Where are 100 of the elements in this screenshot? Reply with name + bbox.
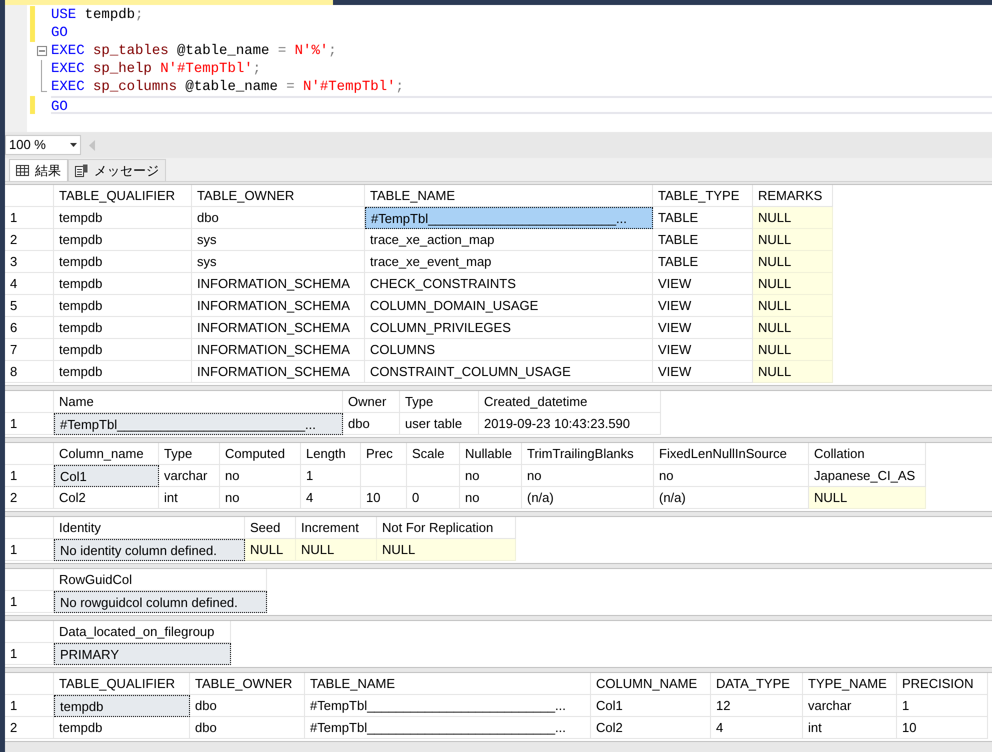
collapse-icon[interactable]	[37, 46, 47, 56]
column-header[interactable]: Type	[400, 391, 479, 413]
code-line: GO	[51, 24, 69, 42]
table-cell: NULL	[753, 295, 833, 317]
table-cell: COLUMN_PRIVILEGES	[365, 317, 653, 339]
table-cell: sys	[192, 251, 365, 273]
column-header[interactable]: Name	[54, 391, 343, 413]
table-cell: 12	[711, 695, 803, 717]
column-header[interactable]: TABLE_OWNER	[192, 185, 365, 207]
table-cell: tempdb	[54, 695, 190, 717]
table-cell: NULL	[753, 251, 833, 273]
column-header[interactable]: Scale	[407, 443, 460, 465]
column-header[interactable]: TYPE_NAME	[803, 673, 897, 695]
column-header[interactable]: REMARKS	[753, 185, 833, 207]
table-cell: tempdb	[54, 207, 192, 229]
table-cell: varchar	[159, 465, 220, 487]
zoom-dropdown[interactable]: 100 %	[5, 135, 81, 155]
table-cell: (n/a)	[522, 487, 654, 509]
table-cell: 0	[407, 487, 460, 509]
table-cell: NULL	[753, 339, 833, 361]
table-cell: int	[159, 487, 220, 509]
table-cell: tempdb	[54, 317, 192, 339]
table-cell: No identity column defined.	[54, 539, 245, 561]
table-cell: #TempTbl__________________________...	[305, 717, 591, 739]
column-header[interactable]: TABLE_NAME	[365, 185, 653, 207]
table-cell: Col2	[54, 487, 159, 509]
column-header[interactable]: Increment	[296, 517, 377, 539]
column-header[interactable]: Owner	[343, 391, 400, 413]
table-cell: no	[220, 487, 301, 509]
column-header[interactable]: TrimTrailingBlanks	[522, 443, 654, 465]
code-line: EXEC sp_columns @table_name = N'#TempTbl';	[51, 78, 405, 96]
table-cell: #TempTbl__________________________...	[305, 695, 591, 717]
table-cell: CHECK_CONSTRAINTS	[365, 273, 653, 295]
table-cell: (n/a)	[654, 487, 809, 509]
column-header[interactable]: RowGuidCol	[54, 569, 267, 591]
table-cell: INFORMATION_SCHEMA	[192, 317, 365, 339]
table-cell: no	[460, 465, 522, 487]
column-header[interactable]: FixedLenNullInSource	[654, 443, 809, 465]
zoom-value: 100 %	[9, 136, 46, 154]
column-header[interactable]: Seed	[245, 517, 296, 539]
table-cell: NULL	[753, 229, 833, 251]
code-line: EXEC sp_tables @table_name = N'%';	[51, 42, 338, 60]
code-line: EXEC sp_help N'#TempTbl';	[51, 60, 262, 78]
table-cell: 4	[711, 717, 803, 739]
results-tab[interactable]: 結果	[9, 159, 68, 181]
table-cell: Col2	[591, 717, 711, 739]
table-cell: VIEW	[653, 339, 753, 361]
code-editor[interactable]: USE tempdb; GO EXEC sp_tables @table_name = N'%'; EXEC sp_help N'#TempTbl'; EXEC sp_columns @table_name = N'#TempTbl'; GO	[5, 5, 992, 132]
table-cell	[361, 465, 407, 487]
column-header[interactable]: Identity	[54, 517, 245, 539]
column-header[interactable]: Not For Replication	[377, 517, 516, 539]
column-header[interactable]: Nullable	[460, 443, 522, 465]
column-header[interactable]: PRECISION	[897, 673, 988, 695]
document-icon	[75, 164, 88, 177]
column-header[interactable]: Column_name	[54, 443, 159, 465]
column-header[interactable]: Type	[159, 443, 220, 465]
table-cell: NULL	[296, 539, 377, 561]
table-cell: NULL	[753, 361, 833, 383]
table-cell: no	[522, 465, 654, 487]
table-cell: no	[220, 465, 301, 487]
table-cell: VIEW	[653, 317, 753, 339]
document-tab-edge[interactable]	[5, 0, 333, 5]
table-cell: TABLE	[653, 229, 753, 251]
column-header[interactable]: Collation	[809, 443, 926, 465]
column-header[interactable]: TABLE_OWNER	[190, 673, 305, 695]
results-tab[interactable]: メッセージ	[68, 159, 166, 181]
table-cell: sys	[192, 229, 365, 251]
table-cell: tempdb	[54, 339, 192, 361]
column-header[interactable]: TABLE_QUALIFIER	[54, 673, 190, 695]
column-header[interactable]: DATA_TYPE	[711, 673, 803, 695]
table-cell: NULL	[377, 539, 516, 561]
column-header[interactable]: Computed	[220, 443, 301, 465]
column-header[interactable]: COLUMN_NAME	[591, 673, 711, 695]
scroll-left-icon[interactable]	[89, 140, 95, 150]
column-header[interactable]: TABLE_NAME	[305, 673, 591, 695]
table-cell: 4	[301, 487, 361, 509]
column-header[interactable]: Prec	[361, 443, 407, 465]
column-header[interactable]: TABLE_TYPE	[653, 185, 753, 207]
table-cell	[407, 465, 460, 487]
dropdown-arrow-icon	[70, 143, 77, 147]
table-cell: tempdb	[54, 717, 190, 739]
table-cell: INFORMATION_SCHEMA	[192, 295, 365, 317]
column-header[interactable]: Data_located_on_filegroup	[54, 621, 231, 643]
table-cell: tempdb	[54, 361, 192, 383]
table-cell: dbo	[192, 207, 365, 229]
table-cell: dbo	[190, 695, 305, 717]
table-cell: VIEW	[653, 361, 753, 383]
column-header[interactable]: Length	[301, 443, 361, 465]
table-cell: trace_xe_action_map	[365, 229, 653, 251]
column-header[interactable]: Created_datetime	[479, 391, 661, 413]
table-cell: NULL	[753, 207, 833, 229]
table-cell: NULL	[753, 317, 833, 339]
column-header[interactable]: TABLE_QUALIFIER	[54, 185, 192, 207]
table-cell: dbo	[190, 717, 305, 739]
table-cell: 10	[361, 487, 407, 509]
table-cell: VIEW	[653, 273, 753, 295]
table-cell: 2019-09-23 10:43:23.590	[479, 413, 661, 435]
table-cell: PRIMARY	[54, 643, 231, 665]
table-cell: Col1	[591, 695, 711, 717]
table-cell: COLUMN_DOMAIN_USAGE	[365, 295, 653, 317]
